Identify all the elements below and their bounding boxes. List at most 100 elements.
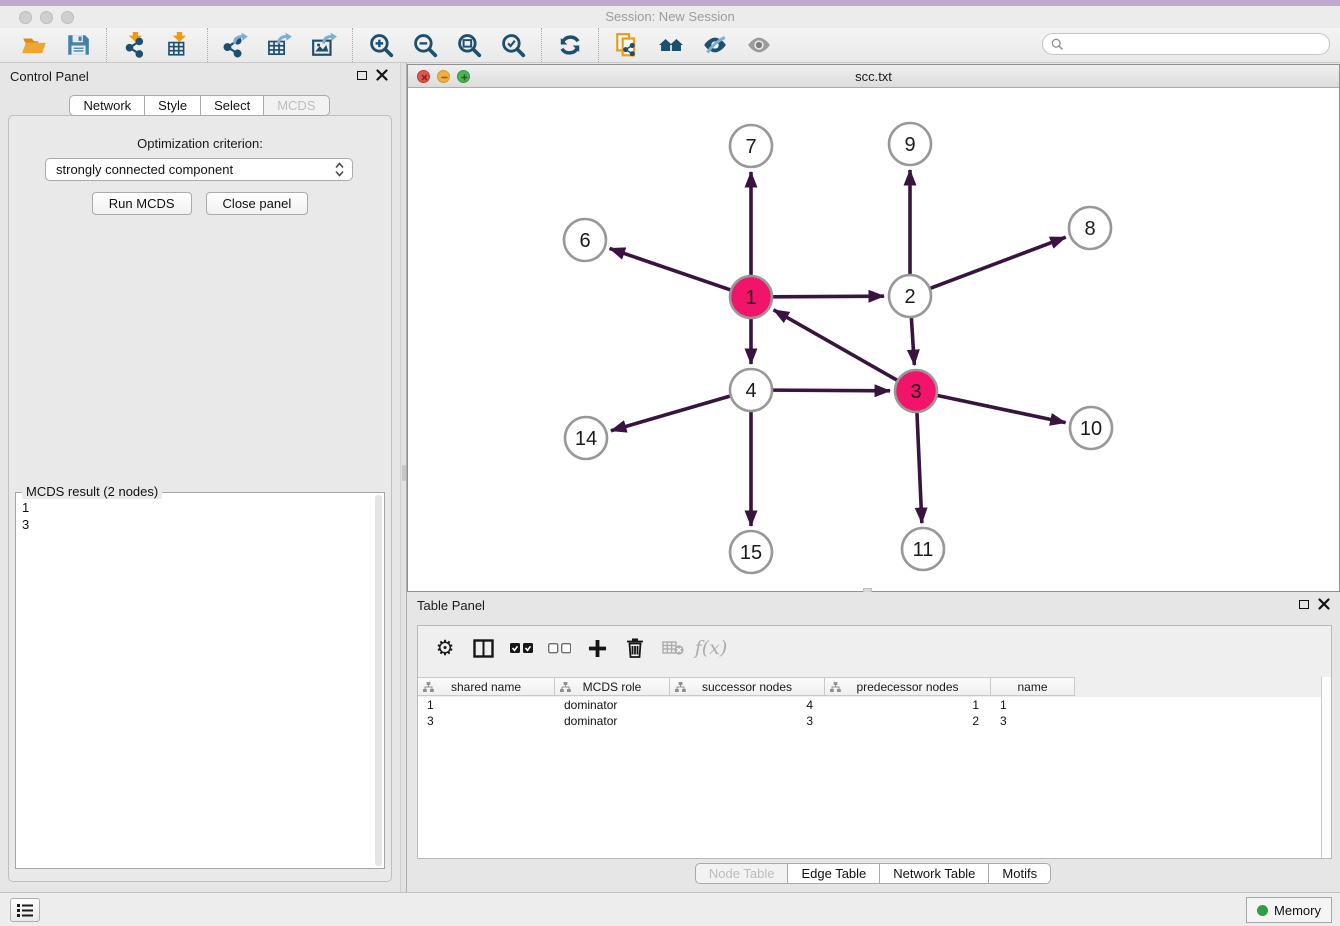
network-canvas[interactable]: 7 9 6 8 1 2 4 3 14 10 15 11: [408, 88, 1339, 591]
cybrowser-home-button[interactable]: [649, 30, 693, 60]
table-cell[interactable]: 4: [670, 697, 825, 713]
task-list-icon: [17, 904, 33, 917]
table-panel-title: Table Panel: [417, 598, 485, 613]
graph-edge-2-8[interactable]: [931, 237, 1066, 288]
table-cell[interactable]: dominator: [555, 713, 670, 729]
open-session-button[interactable]: [12, 30, 56, 60]
table-cell[interactable]: 1: [418, 697, 555, 713]
deselect-all-checkboxes-button[interactable]: [544, 633, 574, 663]
graph-node-10[interactable]: 10: [1070, 407, 1112, 449]
graph-node-9[interactable]: 9: [889, 123, 931, 165]
optimization-criterion-dropdown[interactable]: strongly connected component: [45, 158, 353, 181]
graph-node-3[interactable]: 3: [895, 370, 937, 412]
tab-select[interactable]: Select: [200, 95, 264, 116]
graph-edge-1-6[interactable]: [610, 248, 731, 289]
search-input[interactable]: [1042, 33, 1330, 55]
zoom-selected-button[interactable]: [491, 30, 535, 60]
float-panel-icon[interactable]: [357, 71, 367, 80]
tab-network[interactable]: Network: [69, 95, 145, 116]
tab-mcds[interactable]: MCDS: [263, 95, 329, 116]
tab-style[interactable]: Style: [144, 95, 201, 116]
panel-splitter[interactable]: [400, 63, 407, 892]
node-label: 7: [745, 136, 756, 158]
table-tab-node-table[interactable]: Node Table: [695, 863, 789, 884]
graph-node-8[interactable]: 8: [1069, 207, 1111, 249]
table-row[interactable]: 3dominator323: [418, 713, 1321, 729]
graph-node-4[interactable]: 4: [730, 369, 772, 411]
run-mcds-button[interactable]: Run MCDS: [92, 192, 192, 215]
import-table-button[interactable]: [157, 30, 201, 60]
app-title: Session: New Session: [0, 9, 1340, 24]
column-label: successor nodes: [702, 680, 792, 694]
table-cell[interactable]: 3: [418, 713, 555, 729]
zoom-in-button[interactable]: [359, 30, 403, 60]
graph-edge-3-11[interactable]: [917, 413, 922, 523]
export-image-button[interactable]: [302, 30, 346, 60]
column-settings-button[interactable]: ⚙: [430, 633, 460, 663]
memory-button[interactable]: Memory: [1246, 897, 1332, 923]
table-row[interactable]: 1dominator411: [418, 697, 1321, 713]
graph-node-15[interactable]: 15: [730, 531, 772, 573]
column-header-MCDS-role[interactable]: MCDS role: [555, 677, 670, 696]
duplicate-network-button[interactable]: [605, 30, 649, 60]
task-history-button[interactable]: [10, 898, 40, 922]
graph-node-1[interactable]: 1: [730, 276, 772, 318]
table-scrollbar[interactable]: [1321, 677, 1331, 858]
refresh-button[interactable]: [548, 30, 592, 60]
graph-edge-3-1[interactable]: [774, 310, 897, 380]
network-window-titlebar[interactable]: scc.txt: [408, 65, 1339, 88]
column-header-successor-nodes[interactable]: successor nodes: [670, 677, 825, 696]
control-panel-title: Control Panel: [10, 69, 89, 84]
optimization-criterion-label: Optimization criterion:: [9, 136, 391, 151]
column-header-predecessor-nodes[interactable]: predecessor nodes: [825, 677, 991, 696]
close-panel-icon[interactable]: [376, 69, 388, 81]
table-tab-edge-table[interactable]: Edge Table: [787, 863, 880, 884]
export-network-button[interactable]: [214, 30, 258, 60]
zoom-fit-button[interactable]: [447, 30, 491, 60]
table-cell[interactable]: 1: [825, 697, 991, 713]
graph-node-11[interactable]: 11: [902, 528, 944, 570]
table-header-row: shared nameMCDS role successor nodes prede…: [418, 677, 1075, 696]
show-graphics-details-button[interactable]: [737, 30, 781, 60]
table-cell[interactable]: dominator: [555, 697, 670, 713]
close-table-panel-icon[interactable]: [1318, 598, 1330, 610]
column-header-name[interactable]: name: [991, 677, 1075, 696]
table-body: 1dominator4113dominator323: [418, 697, 1321, 858]
close-panel-button[interactable]: Close panel: [206, 192, 309, 215]
graph-node-2[interactable]: 2: [889, 275, 931, 317]
result-scrollbar[interactable]: [375, 495, 382, 866]
mcds-result-text[interactable]: 1 3: [22, 499, 368, 864]
table-tab-motifs[interactable]: Motifs: [988, 863, 1051, 884]
table-cell[interactable]: 1: [991, 697, 1075, 713]
column-header-shared-name[interactable]: shared name: [418, 677, 555, 696]
chevron-up-down-icon: [335, 162, 344, 177]
node-label: 4: [745, 380, 756, 402]
table-cell[interactable]: 3: [991, 713, 1075, 729]
zoom-out-button[interactable]: [403, 30, 447, 60]
select-all-checkboxes-button[interactable]: [506, 633, 536, 663]
zoom-out-icon: [412, 32, 438, 58]
graph-edge-3-10[interactable]: [938, 396, 1066, 423]
table-cell[interactable]: 3: [670, 713, 825, 729]
graph-edge-4-3[interactable]: [773, 390, 890, 391]
graph-edge-1-2[interactable]: [773, 296, 884, 297]
select-all-checkboxes-icon: [510, 643, 533, 654]
graph-edge-4-14[interactable]: [611, 396, 730, 431]
splitter-grip[interactable]: [402, 465, 406, 481]
graph-edge-2-3[interactable]: [911, 318, 914, 365]
float-table-panel-icon[interactable]: [1299, 600, 1309, 609]
delete-columns-button[interactable]: [620, 633, 650, 663]
import-network-button[interactable]: [113, 30, 157, 60]
duplicate-network-icon: [614, 32, 640, 58]
graph-node-6[interactable]: 6: [564, 219, 606, 261]
table-cell[interactable]: 2: [825, 713, 991, 729]
export-table-button[interactable]: [258, 30, 302, 60]
save-session-button[interactable]: [56, 30, 100, 60]
panel-mode-button[interactable]: [468, 633, 498, 663]
table-tab-network-table[interactable]: Network Table: [879, 863, 989, 884]
add-column-icon: [588, 639, 607, 658]
hide-graphics-details-button[interactable]: [693, 30, 737, 60]
graph-node-14[interactable]: 14: [565, 417, 607, 459]
graph-node-7[interactable]: 7: [730, 125, 772, 167]
add-column-button[interactable]: [582, 633, 612, 663]
